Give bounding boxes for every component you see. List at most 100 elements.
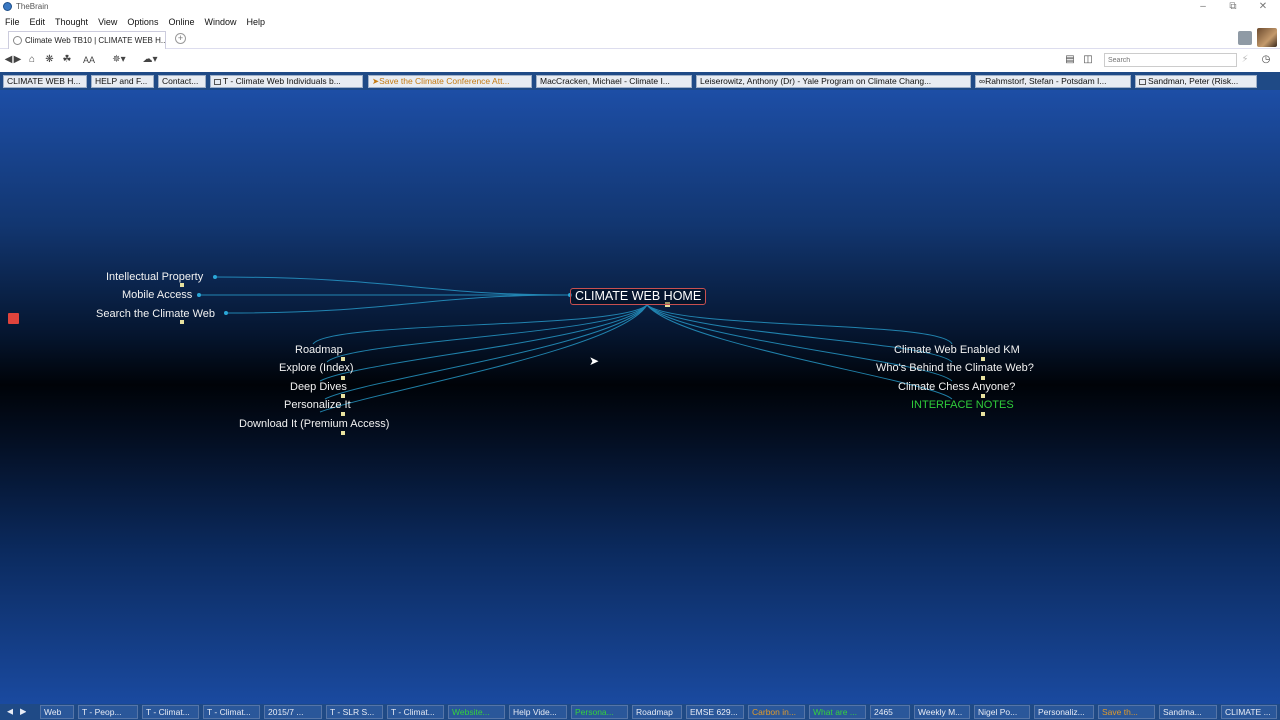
bottom-tab[interactable]: Carbon in...: [748, 705, 805, 719]
note-marker: [981, 357, 985, 361]
bottom-tab[interactable]: Web: [40, 705, 74, 719]
bottom-tab[interactable]: Persona...: [571, 705, 628, 719]
stop-icon[interactable]: [8, 313, 19, 324]
link-gate[interactable]: [224, 311, 228, 315]
thought-intellectual-property[interactable]: Intellectual Property: [106, 271, 203, 283]
menu-online[interactable]: Online: [163, 14, 199, 29]
menu-thought[interactable]: Thought: [50, 14, 93, 29]
tab-label: Climate Web TB10 | CLIMATE WEB H...: [25, 36, 166, 45]
bottom-tab[interactable]: CLIMATE ...: [1221, 705, 1277, 719]
cloud-icon[interactable]: ☁▾: [139, 53, 161, 67]
menu-view[interactable]: View: [93, 14, 122, 29]
pin-item[interactable]: Contact...: [158, 75, 206, 88]
bottom-tab[interactable]: Personaliz...: [1034, 705, 1094, 719]
pin-item[interactable]: MacCracken, Michael - Climate I...: [536, 75, 692, 88]
document-icon: [214, 79, 221, 85]
central-thought[interactable]: CLIMATE WEB HOME: [570, 288, 707, 305]
pin-item[interactable]: T - Climate Web Individuals b...: [210, 75, 363, 88]
scroll-left-icon[interactable]: ◀: [4, 705, 13, 719]
bottom-tab[interactable]: Website...: [448, 705, 505, 719]
brain-icon: [13, 36, 22, 45]
note-marker: [180, 320, 184, 324]
clock-icon[interactable]: ◷: [1260, 53, 1272, 67]
bottom-tab[interactable]: Save th...: [1098, 705, 1155, 719]
forward-icon[interactable]: ▶: [13, 53, 22, 67]
search-input[interactable]: [1104, 53, 1237, 67]
app-logo-icon: [3, 2, 12, 11]
lightning-icon[interactable]: ⚡: [1240, 53, 1250, 67]
pin-item[interactable]: Sandman, Peter (Risk...: [1135, 75, 1257, 88]
note-marker: [341, 412, 345, 416]
bottom-tab[interactable]: T - Peop...: [78, 705, 138, 719]
link-parent: [214, 276, 571, 296]
plex-links: [180, 275, 985, 435]
restore-icon[interactable]: ⧉: [1218, 0, 1248, 14]
thought-climate-chess[interactable]: Climate Chess Anyone?: [898, 381, 1015, 393]
link-child: [646, 304, 953, 345]
tab-strip: Climate Web TB10 | CLIMATE WEB H... +: [0, 29, 1280, 49]
thought-whos-behind[interactable]: Who's Behind the Climate Web?: [876, 362, 1034, 374]
bottom-tab[interactable]: Roadmap: [632, 705, 682, 719]
bottom-tab[interactable]: Nigel Po...: [974, 705, 1030, 719]
back-icon[interactable]: ◀: [4, 53, 13, 67]
bottom-tab[interactable]: T - Climat...: [387, 705, 444, 719]
note-marker: [341, 376, 345, 380]
window-title: TheBrain: [16, 2, 49, 11]
thought-roadmap[interactable]: Roadmap: [295, 344, 343, 356]
thought-personalize-it[interactable]: Personalize It: [284, 399, 351, 411]
tag-icon[interactable]: ☘: [61, 53, 73, 67]
menu-bar: File Edit Thought View Options Online Wi…: [0, 14, 1280, 29]
minimize-icon[interactable]: –: [1188, 0, 1218, 14]
panel-right-icon[interactable]: ◫: [1082, 53, 1094, 67]
pin-item[interactable]: CLIMATE WEB H...: [3, 75, 87, 88]
menu-file[interactable]: File: [0, 14, 25, 29]
bottom-tab[interactable]: 2465: [870, 705, 910, 719]
bottom-tab[interactable]: Weekly M...: [914, 705, 970, 719]
brain-view-icon[interactable]: ❋: [43, 53, 56, 67]
menu-edit[interactable]: Edit: [25, 14, 51, 29]
pin-item[interactable]: ∞Rahmstorf, Stefan - Potsdam I...: [975, 75, 1131, 88]
note-marker: [981, 394, 985, 398]
link-child: [319, 304, 648, 382]
toolbar: ◀ ▶ ⌂ ❋ ☘ AA ✵▾ ☁▾ ▤ ◫ ⚡ ◷: [0, 49, 1280, 72]
menu-options[interactable]: Options: [122, 14, 163, 29]
thought-download-it[interactable]: Download It (Premium Access): [239, 418, 389, 430]
link-parent: [225, 294, 571, 314]
thought-mobile-access[interactable]: Mobile Access: [122, 289, 192, 301]
thought-interface-notes[interactable]: INTERFACE NOTES: [911, 399, 1014, 411]
close-icon[interactable]: ✕: [1248, 0, 1278, 14]
pin-item[interactable]: Leiserowitz, Anthony (Dr) - Yale Program…: [696, 75, 971, 88]
scroll-right-icon[interactable]: ▶: [17, 705, 26, 719]
bottom-tabs-bar: ◀ ▶ Web T - Peop... T - Climat... T - Cl…: [0, 704, 1280, 720]
plex-canvas[interactable]: Intellectual Property Mobile Access Sear…: [0, 90, 1280, 704]
add-tab-icon[interactable]: +: [175, 33, 186, 44]
menu-help[interactable]: Help: [241, 14, 270, 29]
bottom-tab[interactable]: Help Vide...: [509, 705, 567, 719]
thought-deep-dives[interactable]: Deep Dives: [290, 381, 347, 393]
bottom-tab[interactable]: T - Climat...: [142, 705, 199, 719]
thought-search-the-climate-web[interactable]: Search the Climate Web: [96, 308, 215, 320]
pin-item[interactable]: ➤Save the Climate Conference Att...: [368, 75, 532, 88]
link-gate[interactable]: [213, 275, 217, 279]
panel-bottom-icon[interactable]: ▤: [1064, 53, 1076, 67]
bottom-tab[interactable]: T - SLR S...: [326, 705, 383, 719]
pins-bar: CLIMATE WEB H... HELP and F... Contact..…: [0, 72, 1280, 90]
pin-item[interactable]: HELP and F...: [91, 75, 154, 88]
bottom-tab[interactable]: What are ...: [809, 705, 866, 719]
note-marker: [981, 412, 985, 416]
link-gate[interactable]: [197, 293, 201, 297]
note-marker: [341, 431, 345, 435]
thought-climate-web-enabled-km[interactable]: Climate Web Enabled KM: [894, 344, 1020, 356]
layout-icon[interactable]: ✵▾: [110, 53, 128, 67]
bottom-tab[interactable]: 2015/7 ...: [264, 705, 322, 719]
sync-icon[interactable]: [1238, 31, 1252, 45]
bottom-tab[interactable]: EMSE 629...: [686, 705, 744, 719]
home-icon[interactable]: ⌂: [26, 53, 38, 67]
tab-climate-web[interactable]: Climate Web TB10 | CLIMATE WEB H...: [8, 31, 166, 49]
thought-explore-index[interactable]: Explore (Index): [279, 362, 354, 374]
bottom-tab[interactable]: T - Climat...: [203, 705, 260, 719]
avatar[interactable]: [1257, 28, 1277, 47]
font-size-icon[interactable]: AA: [82, 53, 96, 67]
menu-window[interactable]: Window: [199, 14, 241, 29]
bottom-tab[interactable]: Sandma...: [1159, 705, 1217, 719]
